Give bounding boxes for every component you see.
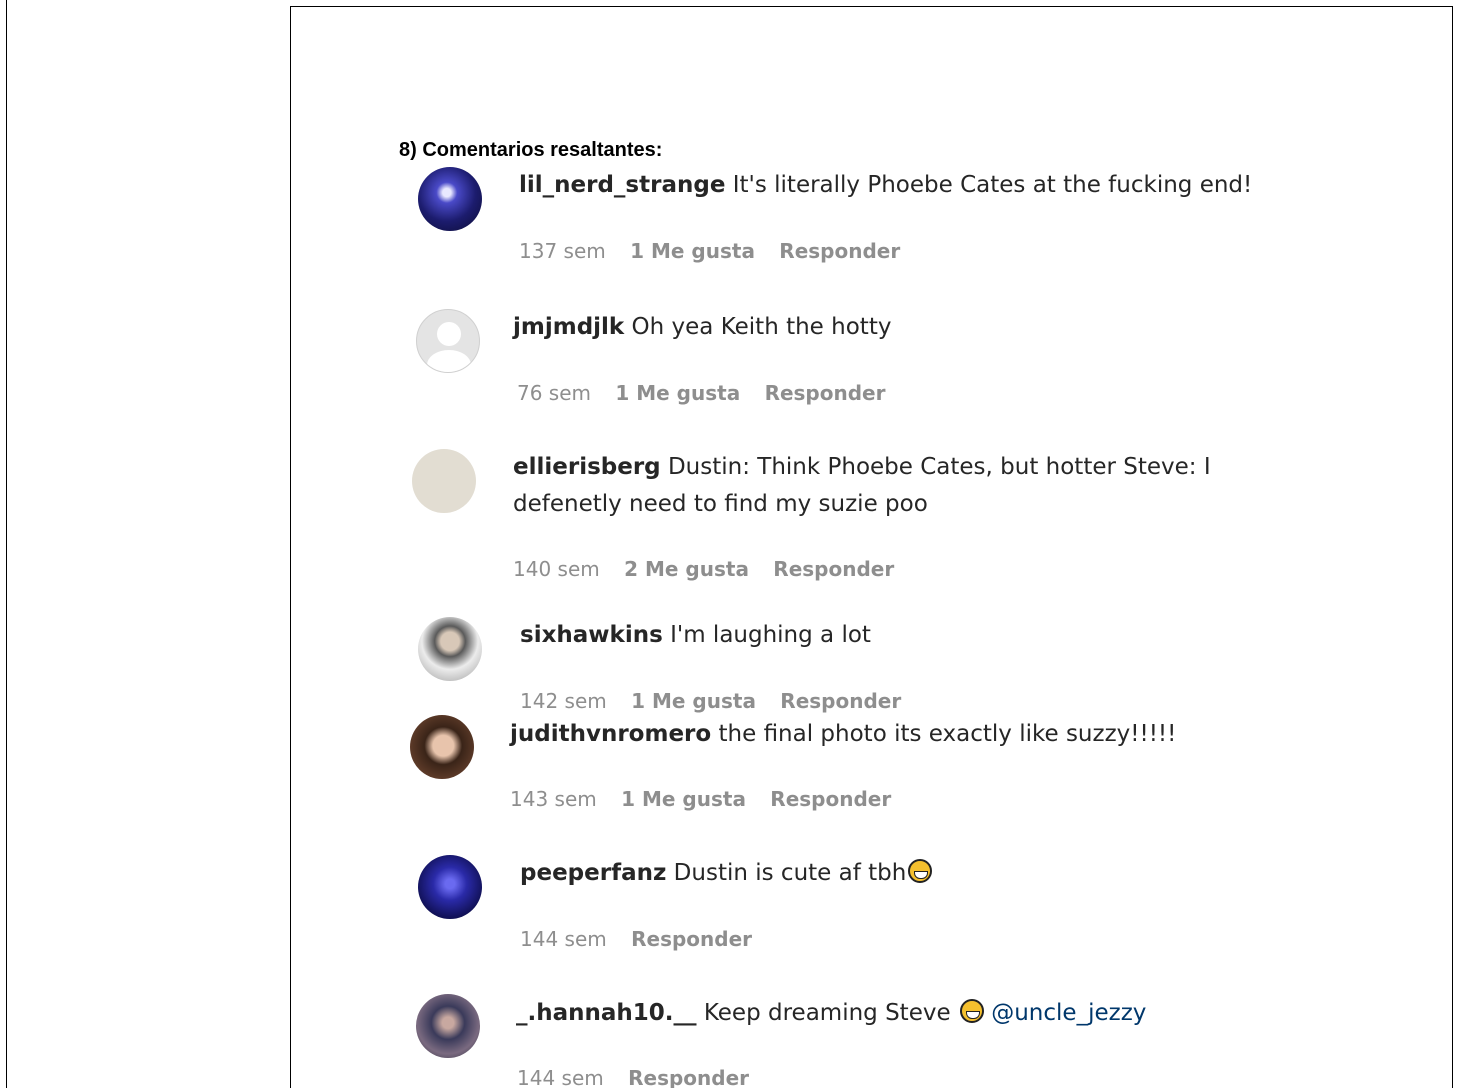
comment-username[interactable]: _.hannah10.__ <box>516 1000 697 1026</box>
comment-username[interactable]: ellierisberg <box>513 454 661 480</box>
comment-username[interactable]: jmjmdjlk <box>513 314 624 340</box>
comment-likes[interactable]: 1 Me gusta <box>630 239 755 263</box>
avatar[interactable] <box>412 449 476 513</box>
comment-username[interactable]: lil_nerd_strange <box>519 172 725 198</box>
avatar[interactable] <box>410 715 474 779</box>
reply-button[interactable]: Responder <box>765 381 886 405</box>
reply-button[interactable]: Responder <box>780 689 901 713</box>
comment-time[interactable]: 144 sem <box>517 1066 604 1088</box>
comment-text: Dustin is cute af tbh <box>673 860 907 886</box>
avatar[interactable] <box>418 167 482 231</box>
comment-text: Dustin: Think Phoebe Cates, but hotter S… <box>667 454 1211 480</box>
comment-username[interactable]: peeperfanz <box>520 860 666 886</box>
comment-likes[interactable]: 2 Me gusta <box>624 557 749 581</box>
comment-likes[interactable]: 1 Me gusta <box>615 381 740 405</box>
comment-time[interactable]: 143 sem <box>510 787 597 811</box>
document-page: 8) Comentarios resaltantes: lil_nerd_str… <box>0 0 1461 1088</box>
section-heading: 8) Comentarios resaltantes: <box>399 139 663 161</box>
comment-time[interactable]: 140 sem <box>513 557 600 581</box>
comment-username[interactable]: sixhawkins <box>520 622 663 648</box>
grinning-emoji-icon <box>959 999 984 1023</box>
comment-text: Keep dreaming Steve <box>703 1000 951 1026</box>
comment-time[interactable]: 76 sem <box>517 381 591 405</box>
comment-time[interactable]: 142 sem <box>520 689 607 713</box>
reply-button[interactable]: Responder <box>770 787 891 811</box>
comment-text: the final photo its exactly like suzzy!!… <box>718 721 1177 747</box>
avatar[interactable] <box>418 617 482 681</box>
avatar[interactable] <box>416 309 480 373</box>
comment-time[interactable]: 137 sem <box>519 239 606 263</box>
reply-button[interactable]: Responder <box>779 239 900 263</box>
comment-username[interactable]: judithvnromero <box>510 721 711 747</box>
comment-text: I'm laughing a lot <box>670 622 871 648</box>
comment-likes[interactable]: 1 Me gusta <box>621 787 746 811</box>
avatar[interactable] <box>418 855 482 919</box>
table-left-border <box>6 0 7 1088</box>
avatar[interactable] <box>416 994 480 1058</box>
comment-text: Oh yea Keith the hotty <box>631 314 892 340</box>
reply-button[interactable]: Responder <box>628 1066 749 1088</box>
comment-text-continued: defenetly need to find my suzie poo <box>513 491 928 517</box>
comment-time[interactable]: 144 sem <box>520 927 607 951</box>
reply-button[interactable]: Responder <box>773 557 894 581</box>
mention-link[interactable]: @uncle_jezzy <box>991 1000 1146 1026</box>
comment-text: It's literally Phoebe Cates at the fucki… <box>732 172 1253 198</box>
grinning-emoji-icon <box>908 859 933 883</box>
comment-likes[interactable]: 1 Me gusta <box>631 689 756 713</box>
reply-button[interactable]: Responder <box>631 927 752 951</box>
